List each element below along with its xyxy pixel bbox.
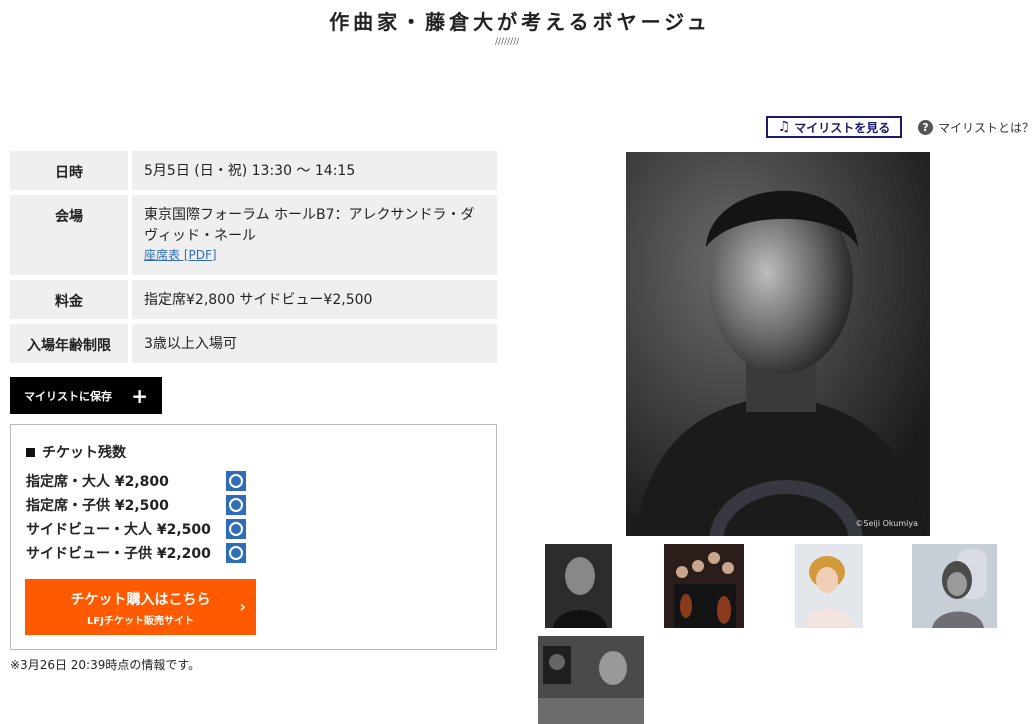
date-label: 日時: [10, 151, 128, 190]
seat-map-link[interactable]: 座席表 [PDF]: [144, 247, 485, 264]
price-label: 料金: [10, 280, 128, 319]
thumbnail-image: [538, 636, 644, 724]
age-value: 3歳以上入場可: [132, 324, 497, 363]
available-circle-icon: [226, 543, 246, 563]
ticket-item: 指定席・子供 ¥2,500: [26, 493, 246, 517]
ticket-heading-label: チケット残数: [42, 445, 126, 461]
mylist-help-link[interactable]: ? マイリストとは？: [918, 119, 1034, 136]
ticket-list: 指定席・大人 ¥2,800 指定席・子供 ¥2,500 サイドビュー・大人 ¥2…: [26, 469, 246, 565]
title-decoration: ////////: [495, 37, 520, 47]
thumbnail-image: [795, 544, 863, 628]
ticket-name: サイドビュー・子供 ¥2,200: [26, 546, 211, 562]
chevron-right-icon: ›: [239, 597, 246, 616]
thumbnail-5[interactable]: [538, 636, 644, 724]
ticket-name: サイドビュー・大人 ¥2,500: [26, 522, 211, 538]
photo-credit: ©Seiji Okumiya: [855, 519, 918, 528]
mylist-help-label: マイリストとは？: [938, 121, 1034, 135]
view-mylist-label: マイリストを見る: [794, 120, 891, 135]
ticket-item: サイドビュー・大人 ¥2,500: [26, 517, 246, 541]
venue-label: 会場: [10, 195, 128, 275]
save-to-mylist-label: マイリストに保存: [24, 389, 112, 403]
available-circle-icon: [226, 471, 246, 491]
venue-value: 東京国際フォーラム ホールB7：アレクサンドラ・ダヴィッド・ネール: [144, 207, 475, 244]
buy-ticket-sublabel: LFJチケット販売サイト: [87, 616, 194, 627]
thumbnail-4[interactable]: [912, 544, 997, 628]
ticket-item: 指定席・大人 ¥2,800: [26, 469, 246, 493]
event-info-table: 日時 5月5日 (日・祝) 13:30 〜 14:15 会場 東京国際フォーラム…: [10, 151, 497, 368]
ticket-heading: チケット残数: [26, 442, 126, 462]
ticket-name: 指定席・大人 ¥2,800: [26, 474, 169, 490]
ticket-name: 指定席・子供 ¥2,500: [26, 498, 169, 514]
buy-ticket-button[interactable]: チケット購入はこちら LFJチケット販売サイト ›: [25, 579, 256, 635]
ticket-availability-box: チケット残数 指定席・大人 ¥2,800 指定席・子供 ¥2,500 サイドビュ…: [10, 424, 497, 650]
question-icon: ?: [918, 120, 933, 135]
music-note-icon: ♫: [777, 119, 791, 135]
info-row-date: 日時 5月5日 (日・祝) 13:30 〜 14:15: [10, 151, 497, 190]
available-circle-icon: [226, 519, 246, 539]
square-bullet-icon: [26, 447, 35, 457]
page-title: 作曲家・藤倉大が考えるボヤージュ: [329, 10, 711, 34]
info-timestamp-note: ※3月26日 20:39時点の情報です。: [10, 658, 201, 672]
thumbnail-3[interactable]: [795, 544, 863, 628]
thumbnail-image: [912, 544, 997, 628]
venue-cell: 東京国際フォーラム ホールB7：アレクサンドラ・ダヴィッド・ネール 座席表 [P…: [132, 195, 497, 275]
info-row-venue: 会場 東京国際フォーラム ホールB7：アレクサンドラ・ダヴィッド・ネール 座席表…: [10, 195, 497, 275]
available-circle-icon: [226, 495, 246, 515]
info-row-age: 入場年齢制限 3歳以上入場可: [10, 324, 497, 363]
info-row-price: 料金 指定席¥2,800 サイドビュー¥2,500: [10, 280, 497, 319]
thumbnail-image: [664, 544, 744, 628]
buy-ticket-label: チケット購入はこちら: [70, 592, 211, 608]
age-label: 入場年齢制限: [10, 324, 128, 363]
price-value: 指定席¥2,800 サイドビュー¥2,500: [132, 280, 497, 319]
portrait-image: [626, 152, 930, 536]
date-value: 5月5日 (日・祝) 13:30 〜 14:15: [132, 151, 497, 190]
ticket-item: サイドビュー・子供 ¥2,200: [26, 541, 246, 565]
thumbnail-1[interactable]: [545, 544, 612, 628]
thumbnail-2[interactable]: [664, 544, 744, 628]
thumbnail-image: [545, 544, 612, 628]
plus-icon: +: [131, 383, 148, 408]
view-mylist-button[interactable]: ♫ マイリストを見る: [766, 116, 902, 138]
artist-main-photo: ©Seiji Okumiya: [626, 152, 930, 536]
save-to-mylist-button[interactable]: マイリストに保存 +: [10, 377, 162, 414]
